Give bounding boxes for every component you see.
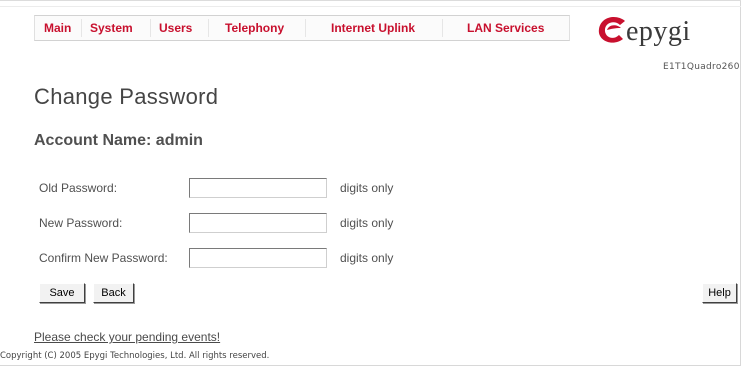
main-menu-bar: Main System Users Telephony Internet Upl… [34, 15, 570, 41]
menu-separator [442, 19, 443, 37]
copyright-text: Copyright (C) 2005 Epygi Technologies, L… [0, 351, 270, 361]
menu-item-telephony[interactable]: Telephony [225, 21, 284, 35]
pending-events-link[interactable]: Please check your pending events! [34, 330, 220, 344]
old-password-label: Old Password: [39, 181, 118, 195]
logo-wordmark: epygi [626, 16, 691, 47]
new-password-field[interactable] [189, 213, 327, 233]
page-title: Change Password [34, 84, 219, 109]
save-button[interactable]: Save [39, 283, 85, 303]
confirm-password-field[interactable] [189, 248, 327, 268]
new-password-hint: digits only [340, 216, 394, 230]
menu-separator [81, 19, 82, 37]
top-divider-secondary [0, 6, 741, 7]
menu-item-main[interactable]: Main [44, 21, 71, 35]
old-password-field[interactable] [189, 178, 327, 198]
device-model: E1T1Quadro260 [663, 62, 740, 72]
help-button[interactable]: Help [702, 283, 737, 303]
menu-separator [150, 19, 151, 37]
new-password-label: New Password: [39, 216, 123, 230]
menu-item-system[interactable]: System [90, 21, 133, 35]
menu-separator [208, 19, 209, 37]
account-name: Account Name: admin [34, 132, 203, 149]
back-button[interactable]: Back [93, 283, 134, 303]
top-divider [0, 0, 741, 1]
confirm-password-hint: digits only [340, 251, 394, 265]
old-password-hint: digits only [340, 181, 394, 195]
menu-separator [305, 19, 306, 37]
menu-item-users[interactable]: Users [159, 21, 192, 35]
menu-item-internet-uplink[interactable]: Internet Uplink [331, 21, 415, 35]
menu-item-lan-services[interactable]: LAN Services [467, 21, 544, 35]
epygi-logo: epygi [595, 11, 735, 51]
confirm-password-label: Confirm New Password: [39, 251, 168, 265]
